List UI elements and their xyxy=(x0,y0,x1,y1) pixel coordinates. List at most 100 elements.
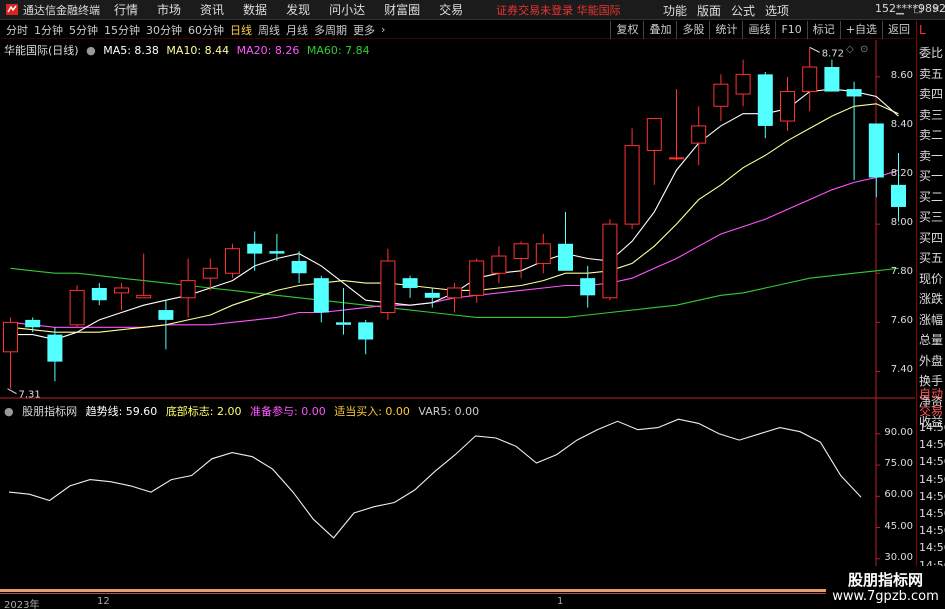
quote-panel-item[interactable]: 14:56 xyxy=(919,490,945,503)
date-axis xyxy=(0,593,945,609)
indicator-y-label: 75.00 xyxy=(884,458,913,470)
candle[interactable] xyxy=(47,327,63,382)
quote-panel-item[interactable]: 涨幅 xyxy=(919,311,945,328)
candle[interactable] xyxy=(358,319,374,355)
high-marker-line xyxy=(809,46,820,53)
candle[interactable] xyxy=(247,231,263,271)
candle[interactable] xyxy=(69,285,85,328)
candle[interactable] xyxy=(646,118,662,185)
quote-panel-item[interactable]: 14:56 xyxy=(919,541,945,554)
candle[interactable] xyxy=(336,287,351,335)
indicator-title[interactable]: 股朋指标网 xyxy=(22,405,77,418)
quote-panel-item[interactable]: 买二 xyxy=(919,188,945,205)
quote-panel-item[interactable]: 自动 xyxy=(919,385,945,402)
var5-label: VAR5: 0.00 xyxy=(418,405,480,418)
y-axis-label: 7.40 xyxy=(890,364,913,376)
low-marker-line xyxy=(7,388,17,395)
ma-legend: 华能国际(日线) ● MA5: 8.38 MA10: 8.44 MA20: 8.… xyxy=(4,42,374,58)
quote-panel-item[interactable]: 14:56 xyxy=(919,455,945,468)
low-price-label: 7.31 xyxy=(19,390,41,401)
quote-panel-item[interactable]: 卖五 xyxy=(919,65,945,82)
ma5-label: MA5: 8.38 xyxy=(103,44,159,57)
quote-panel-item[interactable]: 卖三 xyxy=(919,106,945,123)
ma10-label: MA10: 8.44 xyxy=(166,44,230,57)
indicator-y-label: 90.00 xyxy=(884,426,913,438)
quote-panel-item[interactable]: 买三 xyxy=(919,208,945,225)
indicator-y-label: 60.00 xyxy=(884,489,913,501)
watermark: 股朋指标网 www.7gpzb.com xyxy=(826,566,945,609)
quote-panel-item[interactable]: 14:56 xyxy=(919,473,945,486)
quote-panel-item[interactable]: 涨跌 xyxy=(919,290,945,307)
quote-panel-item[interactable]: 卖四 xyxy=(919,85,945,102)
watermark-title: 股朋指标网 xyxy=(847,571,923,589)
ma60-label: MA60: 7.84 xyxy=(306,44,370,57)
candle[interactable] xyxy=(846,81,862,180)
candle[interactable] xyxy=(802,47,818,112)
candle[interactable] xyxy=(447,283,462,313)
candle[interactable] xyxy=(491,246,507,284)
chart-settings-icon[interactable]: ● xyxy=(86,44,96,57)
candle[interactable] xyxy=(602,219,618,301)
candle[interactable] xyxy=(225,243,240,279)
date-label-year: 2023年 xyxy=(4,600,40,609)
chart-option-icon[interactable]: ◇ xyxy=(846,44,854,55)
prepare-label: 准备参与: 0.00 xyxy=(250,405,326,418)
quote-panel-item[interactable]: 买一 xyxy=(919,167,945,184)
candle[interactable] xyxy=(824,59,840,92)
candle[interactable] xyxy=(380,248,396,320)
candle[interactable] xyxy=(669,89,684,161)
date-label-next-month: 1 xyxy=(557,596,564,607)
candle[interactable] xyxy=(757,71,773,139)
candle[interactable] xyxy=(402,275,418,298)
y-axis-label: 8.20 xyxy=(890,168,913,180)
chart-close-icon[interactable]: ⊙ xyxy=(860,44,868,55)
quote-panel-item[interactable]: 交易 xyxy=(919,402,945,419)
indicator-y-label: 30.00 xyxy=(884,551,913,563)
y-axis-label: 8.00 xyxy=(890,217,913,229)
watermark-url: www.7gpzb.com xyxy=(832,589,939,604)
quote-panel-item[interactable]: 卖二 xyxy=(919,126,945,143)
chart-title[interactable]: 华能国际(日线) xyxy=(4,44,79,57)
y-axis-label: 7.80 xyxy=(890,266,913,278)
candle[interactable] xyxy=(114,283,129,311)
quote-panel-item[interactable]: 14:56 xyxy=(919,507,945,520)
candle[interactable] xyxy=(624,128,640,230)
candle[interactable] xyxy=(313,275,329,323)
candle[interactable] xyxy=(136,253,152,299)
quote-panel-item[interactable]: 外盘 xyxy=(919,352,945,369)
trend-indicator-line xyxy=(8,418,862,539)
candle[interactable] xyxy=(558,211,573,271)
candle[interactable] xyxy=(3,317,18,389)
candle[interactable] xyxy=(735,59,751,107)
trend-label: 趋势线: 59.60 xyxy=(85,405,158,418)
high-price-label: 8.72 xyxy=(822,48,844,59)
candle[interactable] xyxy=(535,233,551,274)
quote-panel-item[interactable]: 委比 xyxy=(919,44,945,61)
candle[interactable] xyxy=(691,106,707,166)
indicator-legend: ● 股朋指标网 趋势线: 59.60 底部标志: 2.00 准备参与: 0.00… xyxy=(4,403,484,419)
quote-panel-item[interactable]: 卖一 xyxy=(919,147,945,164)
quote-panel-item[interactable]: 买四 xyxy=(919,229,945,246)
quote-panel-item[interactable]: 14:56 xyxy=(919,421,945,434)
quote-panel: L 委比 卖五 卖四 卖三 卖二 卖一 买一 买二 买三 买四 买五 现价 涨跌 涨幅 总量 外盘 换手 净资 收益自… xyxy=(916,21,945,593)
quote-panel-item[interactable]: 买五 xyxy=(919,249,945,266)
l-badge: L xyxy=(919,23,926,37)
candle[interactable] xyxy=(713,74,729,122)
price-chart[interactable]: 8.72 7.31 ◇ ⊙ xyxy=(0,0,945,609)
candle[interactable] xyxy=(180,258,196,318)
candle[interactable] xyxy=(202,258,218,291)
quote-panel-item[interactable]: 14:56 xyxy=(919,438,945,451)
candle[interactable] xyxy=(91,283,107,306)
candle[interactable] xyxy=(891,152,906,222)
ma20-label: MA20: 8.26 xyxy=(236,44,300,57)
quote-panel-item[interactable]: 14:56 xyxy=(919,524,945,537)
candle[interactable] xyxy=(424,287,440,308)
quote-panel-item[interactable]: 总量 xyxy=(919,331,945,348)
scroll-strip[interactable] xyxy=(0,589,915,592)
candle[interactable] xyxy=(868,123,884,198)
candle[interactable] xyxy=(780,76,795,131)
quote-panel-item[interactable]: 现价 xyxy=(919,270,945,287)
candle[interactable] xyxy=(513,241,529,279)
indicator-settings-icon[interactable]: ● xyxy=(4,405,14,418)
y-axis-label: 8.40 xyxy=(890,118,913,130)
